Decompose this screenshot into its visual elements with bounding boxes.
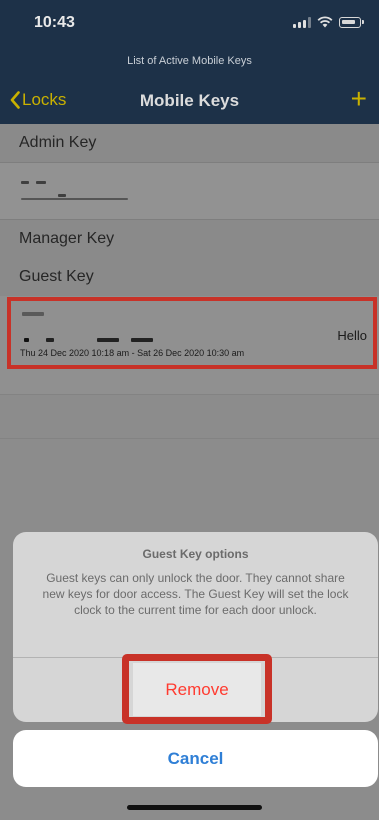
- redacted-text: [97, 338, 119, 342]
- back-button-locks[interactable]: Locks: [10, 90, 66, 110]
- redacted-text: [21, 181, 29, 184]
- sheet-message: Guest keys can only unlock the door. The…: [42, 571, 349, 617]
- redacted-text: [58, 194, 66, 197]
- redacted-text: [36, 181, 46, 184]
- nav-bar: Locks Mobile Keys +: [0, 84, 379, 118]
- wifi-icon: [317, 16, 333, 28]
- redacted-text: [22, 312, 44, 316]
- status-bar: 10:43: [0, 0, 379, 44]
- phone-screen: 10:43 List of Active Mobile Keys Locks M…: [0, 0, 379, 820]
- section-header-admin: Admin Key: [0, 124, 379, 162]
- list-item: [0, 394, 379, 438]
- mobile-keys-list: Admin Key Manager Key Guest Key Hello Th…: [0, 124, 379, 482]
- home-indicator: [127, 805, 262, 810]
- redacted-text: [24, 338, 29, 342]
- section-header-manager: Manager Key: [0, 220, 379, 258]
- guest-key-row[interactable]: Hello Thu 24 Dec 2020 10:18 am - Sat 26 …: [0, 296, 379, 394]
- redacted-text: [46, 338, 54, 342]
- header-subtitle: List of Active Mobile Keys: [127, 55, 252, 67]
- app-header: 10:43 List of Active Mobile Keys Locks M…: [0, 0, 379, 124]
- list-item: [0, 438, 379, 482]
- cellular-signal-icon: [293, 16, 311, 28]
- status-time: 10:43: [34, 14, 75, 31]
- redacted-text: [131, 338, 153, 342]
- redacted-text: [21, 198, 128, 200]
- add-key-button[interactable]: +: [351, 85, 367, 113]
- guest-key-name: Hello: [337, 328, 367, 343]
- status-icons: [293, 16, 364, 28]
- sheet-title: Guest Key options: [142, 547, 249, 561]
- section-header-guest: Guest Key: [0, 258, 379, 296]
- admin-key-row[interactable]: [0, 162, 379, 220]
- guest-key-validity: Thu 24 Dec 2020 10:18 am - Sat 26 Dec 20…: [20, 348, 245, 358]
- remove-button-label[interactable]: Remove: [133, 663, 261, 716]
- cancel-button[interactable]: Cancel: [13, 730, 378, 787]
- chevron-left-icon: [10, 91, 20, 109]
- back-button-label: Locks: [22, 90, 67, 109]
- battery-icon: [339, 16, 364, 28]
